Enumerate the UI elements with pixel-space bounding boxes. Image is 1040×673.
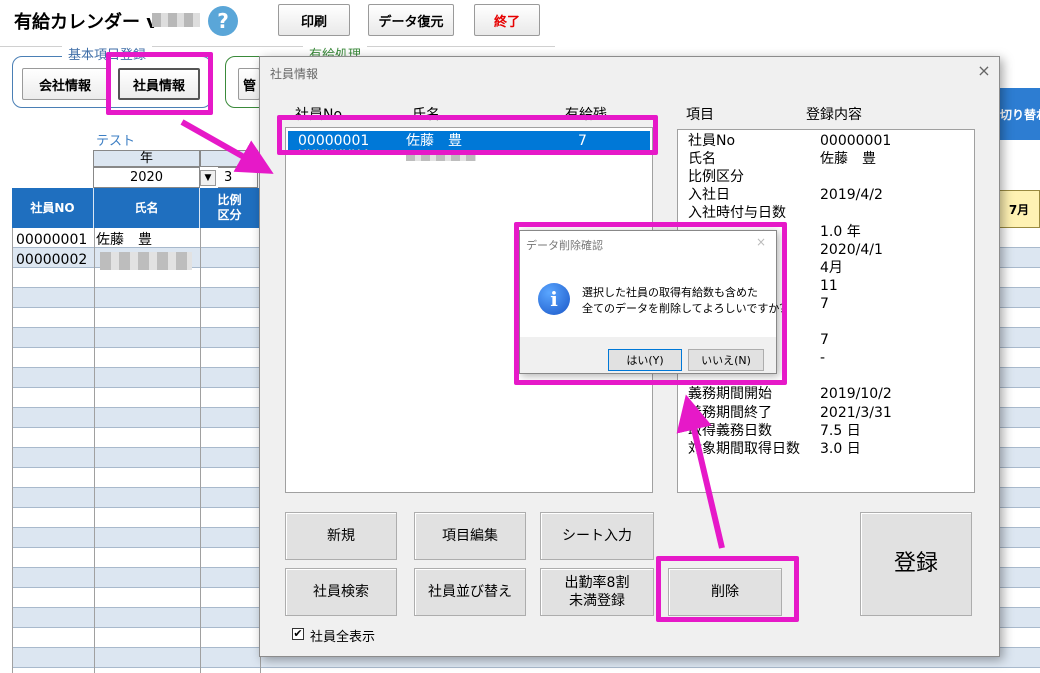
detail-item-label: 対象期間取得日数 [688, 440, 800, 457]
attendance-under-80-button[interactable]: 出勤率8割 未満登録 [540, 568, 654, 616]
detail-row: 氏名 佐藤 豊 [688, 150, 968, 168]
detail-row: 取得義務日数 7.5 日 [688, 422, 968, 440]
highlight-selected-row [277, 115, 658, 155]
year-cell[interactable]: 2020 [93, 167, 200, 188]
detail-row: 入社時付与日数 [688, 204, 968, 222]
detail-row: 義務期間開始 2019/10/2 [688, 385, 968, 403]
app-title: 有給カレンダー v [14, 12, 158, 33]
detail-row: 義務期間終了 2021/3/31 [688, 404, 968, 422]
column-header-name: 氏名 [94, 188, 200, 228]
detail-header-item: 項目 [686, 107, 714, 123]
attendance-button-line2: 未満登録 [569, 593, 625, 609]
new-button[interactable]: 新規 [285, 512, 397, 560]
detail-item-value: 7 [820, 332, 829, 349]
detail-item-label: 社員No [688, 133, 736, 149]
version-redacted [152, 13, 200, 27]
employee-search-button[interactable]: 社員検索 [285, 568, 397, 616]
column-header-employee-no: 社員NO [12, 188, 94, 228]
show-all-checkbox[interactable]: ✔ [292, 628, 304, 640]
detail-item-label: 義務期間終了 [688, 404, 772, 421]
management-button[interactable]: 管 [238, 68, 260, 100]
detail-header-content: 登録内容 [806, 107, 862, 123]
sheet-header-row: 社員NO 氏名 比例 区分 [12, 188, 260, 228]
show-all-label[interactable]: 社員全表示 [310, 626, 375, 645]
highlight-employee-info-button [106, 52, 213, 115]
detail-item-value: 11 [820, 277, 838, 294]
detail-row: 社員No 00000001 [688, 132, 968, 150]
detail-item-label: 氏名 [688, 151, 716, 168]
year-header: 年 [93, 150, 200, 167]
attendance-button-line1: 出勤率8割 [564, 575, 630, 591]
exit-button[interactable]: 終了 [474, 4, 540, 36]
sheet-gridline [94, 228, 95, 673]
sheet-cell-employee-no[interactable]: 00000001 [16, 230, 87, 250]
column-header-ratio: 比例 区分 [200, 188, 260, 228]
detail-item-label: 義務期間開始 [688, 386, 772, 403]
detail-item-value: 1.0 年 [820, 223, 861, 240]
close-icon[interactable]: × [974, 61, 994, 81]
month-cell[interactable]: 3 [218, 167, 258, 188]
detail-row: 比例区分 [688, 168, 968, 186]
edit-items-button[interactable]: 項目編集 [414, 512, 526, 560]
highlight-delete-button [656, 556, 799, 622]
month-tab-july[interactable]: 7月 [998, 190, 1040, 228]
test-label: テスト [96, 134, 136, 149]
company-info-button[interactable]: 会社情報 [22, 68, 108, 100]
highlight-confirm-dialog [514, 222, 787, 385]
detail-row: 入社日 2019/4/2 [688, 186, 968, 204]
sheet-cell-employee-no[interactable]: 00000002 [16, 250, 87, 270]
restore-data-button[interactable]: データ復元 [368, 4, 454, 36]
detail-item-value: 2020/4/1 [820, 241, 883, 258]
detail-item-value: 2019/10/2 [820, 386, 892, 403]
detail-item-value: 佐藤 豊 [820, 151, 876, 168]
register-button[interactable]: 登録 [860, 512, 972, 616]
sheet-input-button[interactable]: シート入力 [540, 512, 654, 560]
detail-item-label: 入社時付与日数 [688, 205, 786, 222]
detail-item-value: - [820, 350, 826, 367]
detail-item-value: 2021/3/31 [820, 404, 892, 421]
chevron-down-icon[interactable]: ▼ [200, 170, 216, 186]
sheet-cell-name[interactable]: 佐藤 豊 [96, 230, 152, 250]
dialog-title: 社員情報 [270, 67, 319, 81]
detail-item-value: 4月 [820, 259, 843, 276]
detail-item-value: 7 [820, 295, 829, 312]
detail-item-value: 00000001 [820, 133, 892, 149]
name-redacted [100, 252, 192, 270]
sheet-gridline [12, 228, 13, 673]
detail-item-value: 2019/4/2 [820, 187, 883, 204]
detail-item-value: 7.5 日 [820, 422, 861, 439]
employee-sort-button[interactable]: 社員並び替え [414, 568, 526, 616]
detail-row: 対象期間取得日数 3.0 日 [688, 440, 968, 458]
detail-item-label: 取得義務日数 [688, 422, 772, 439]
month-header [200, 150, 258, 167]
sheet-gridline [200, 228, 201, 673]
help-icon[interactable]: ? [208, 6, 238, 36]
detail-item-label: 比例区分 [688, 169, 744, 186]
print-button[interactable]: 印刷 [278, 4, 350, 36]
detail-item-value: 3.0 日 [820, 440, 861, 457]
switch-button[interactable]: 切り替わ [998, 88, 1040, 140]
detail-item-label: 入社日 [688, 187, 730, 204]
